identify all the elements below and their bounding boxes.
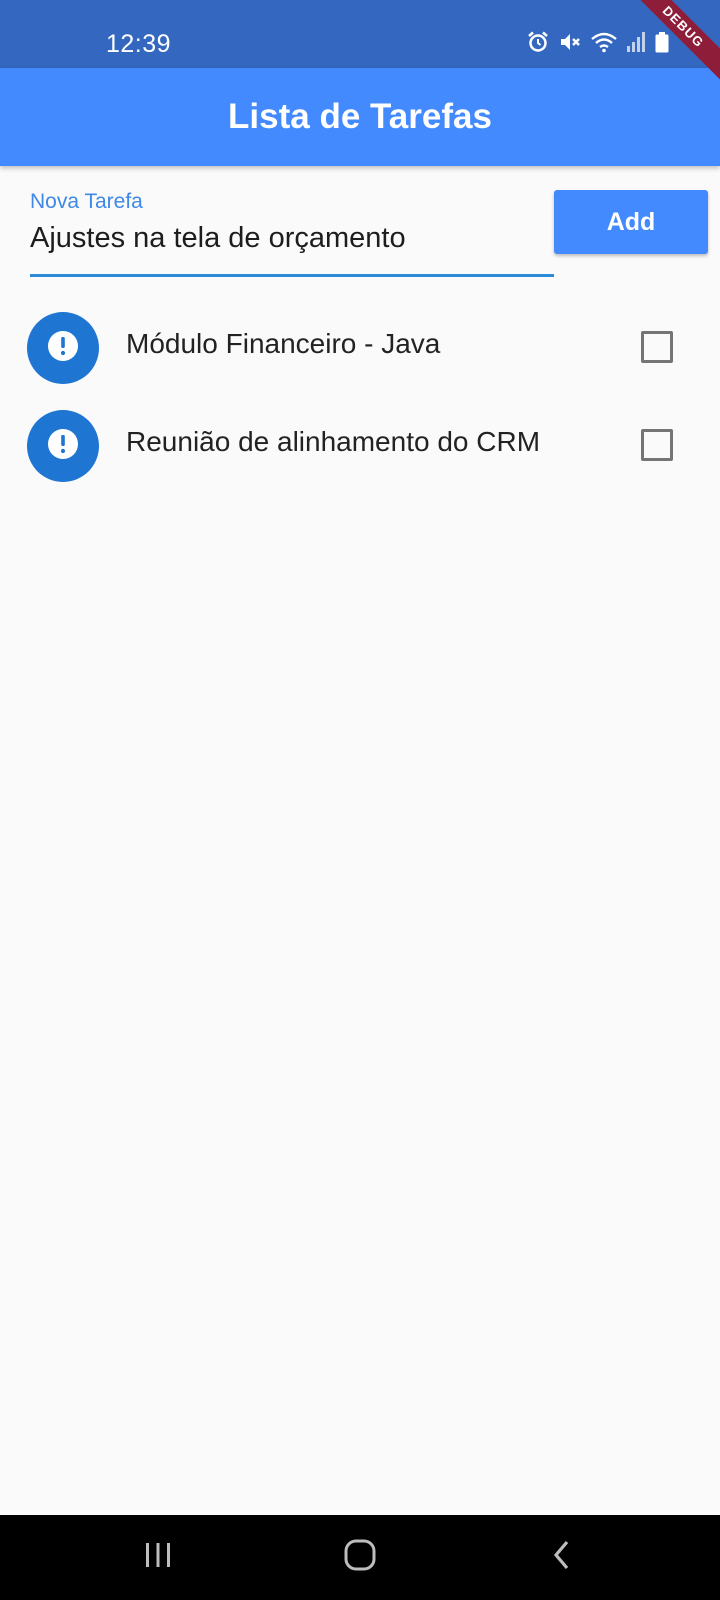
list-item[interactable]: Módulo Financeiro - Java (0, 300, 720, 398)
mute-icon (558, 30, 582, 54)
status-icons (526, 30, 670, 54)
signal-icon (626, 30, 646, 54)
add-button[interactable]: Add (554, 190, 708, 254)
recent-apps-icon (141, 1538, 175, 1577)
task-list: Módulo Financeiro - Java Reunião de alin… (0, 300, 720, 496)
page-title: Lista de Tarefas (228, 97, 492, 136)
status-bar: 12:39 DEBUG (0, 0, 720, 88)
back-button[interactable] (512, 1515, 612, 1600)
battery-icon (654, 30, 670, 54)
alert-icon (46, 329, 80, 368)
input-underline (30, 274, 554, 277)
new-task-label: Nova Tarefa (30, 190, 143, 213)
status-time: 12:39 (106, 30, 172, 58)
alert-icon (46, 427, 80, 466)
task-label: Reunião de alinhamento do CRM (126, 426, 541, 457)
wifi-icon (590, 30, 618, 54)
app-bar: Lista de Tarefas (0, 68, 720, 166)
task-avatar (27, 312, 99, 384)
recent-apps-button[interactable] (108, 1515, 208, 1600)
list-item[interactable]: Reunião de alinhamento do CRM (0, 398, 720, 496)
alarm-icon (526, 30, 550, 54)
new-task-input[interactable] (30, 222, 554, 255)
home-icon (342, 1537, 378, 1578)
back-icon (547, 1538, 577, 1577)
task-avatar (27, 410, 99, 482)
task-checkbox[interactable] (641, 331, 673, 363)
home-button[interactable] (310, 1515, 410, 1600)
system-nav-bar (0, 1515, 720, 1600)
new-task-field[interactable]: Nova Tarefa (30, 186, 554, 278)
task-label: Módulo Financeiro - Java (126, 328, 441, 359)
task-checkbox[interactable] (641, 429, 673, 461)
